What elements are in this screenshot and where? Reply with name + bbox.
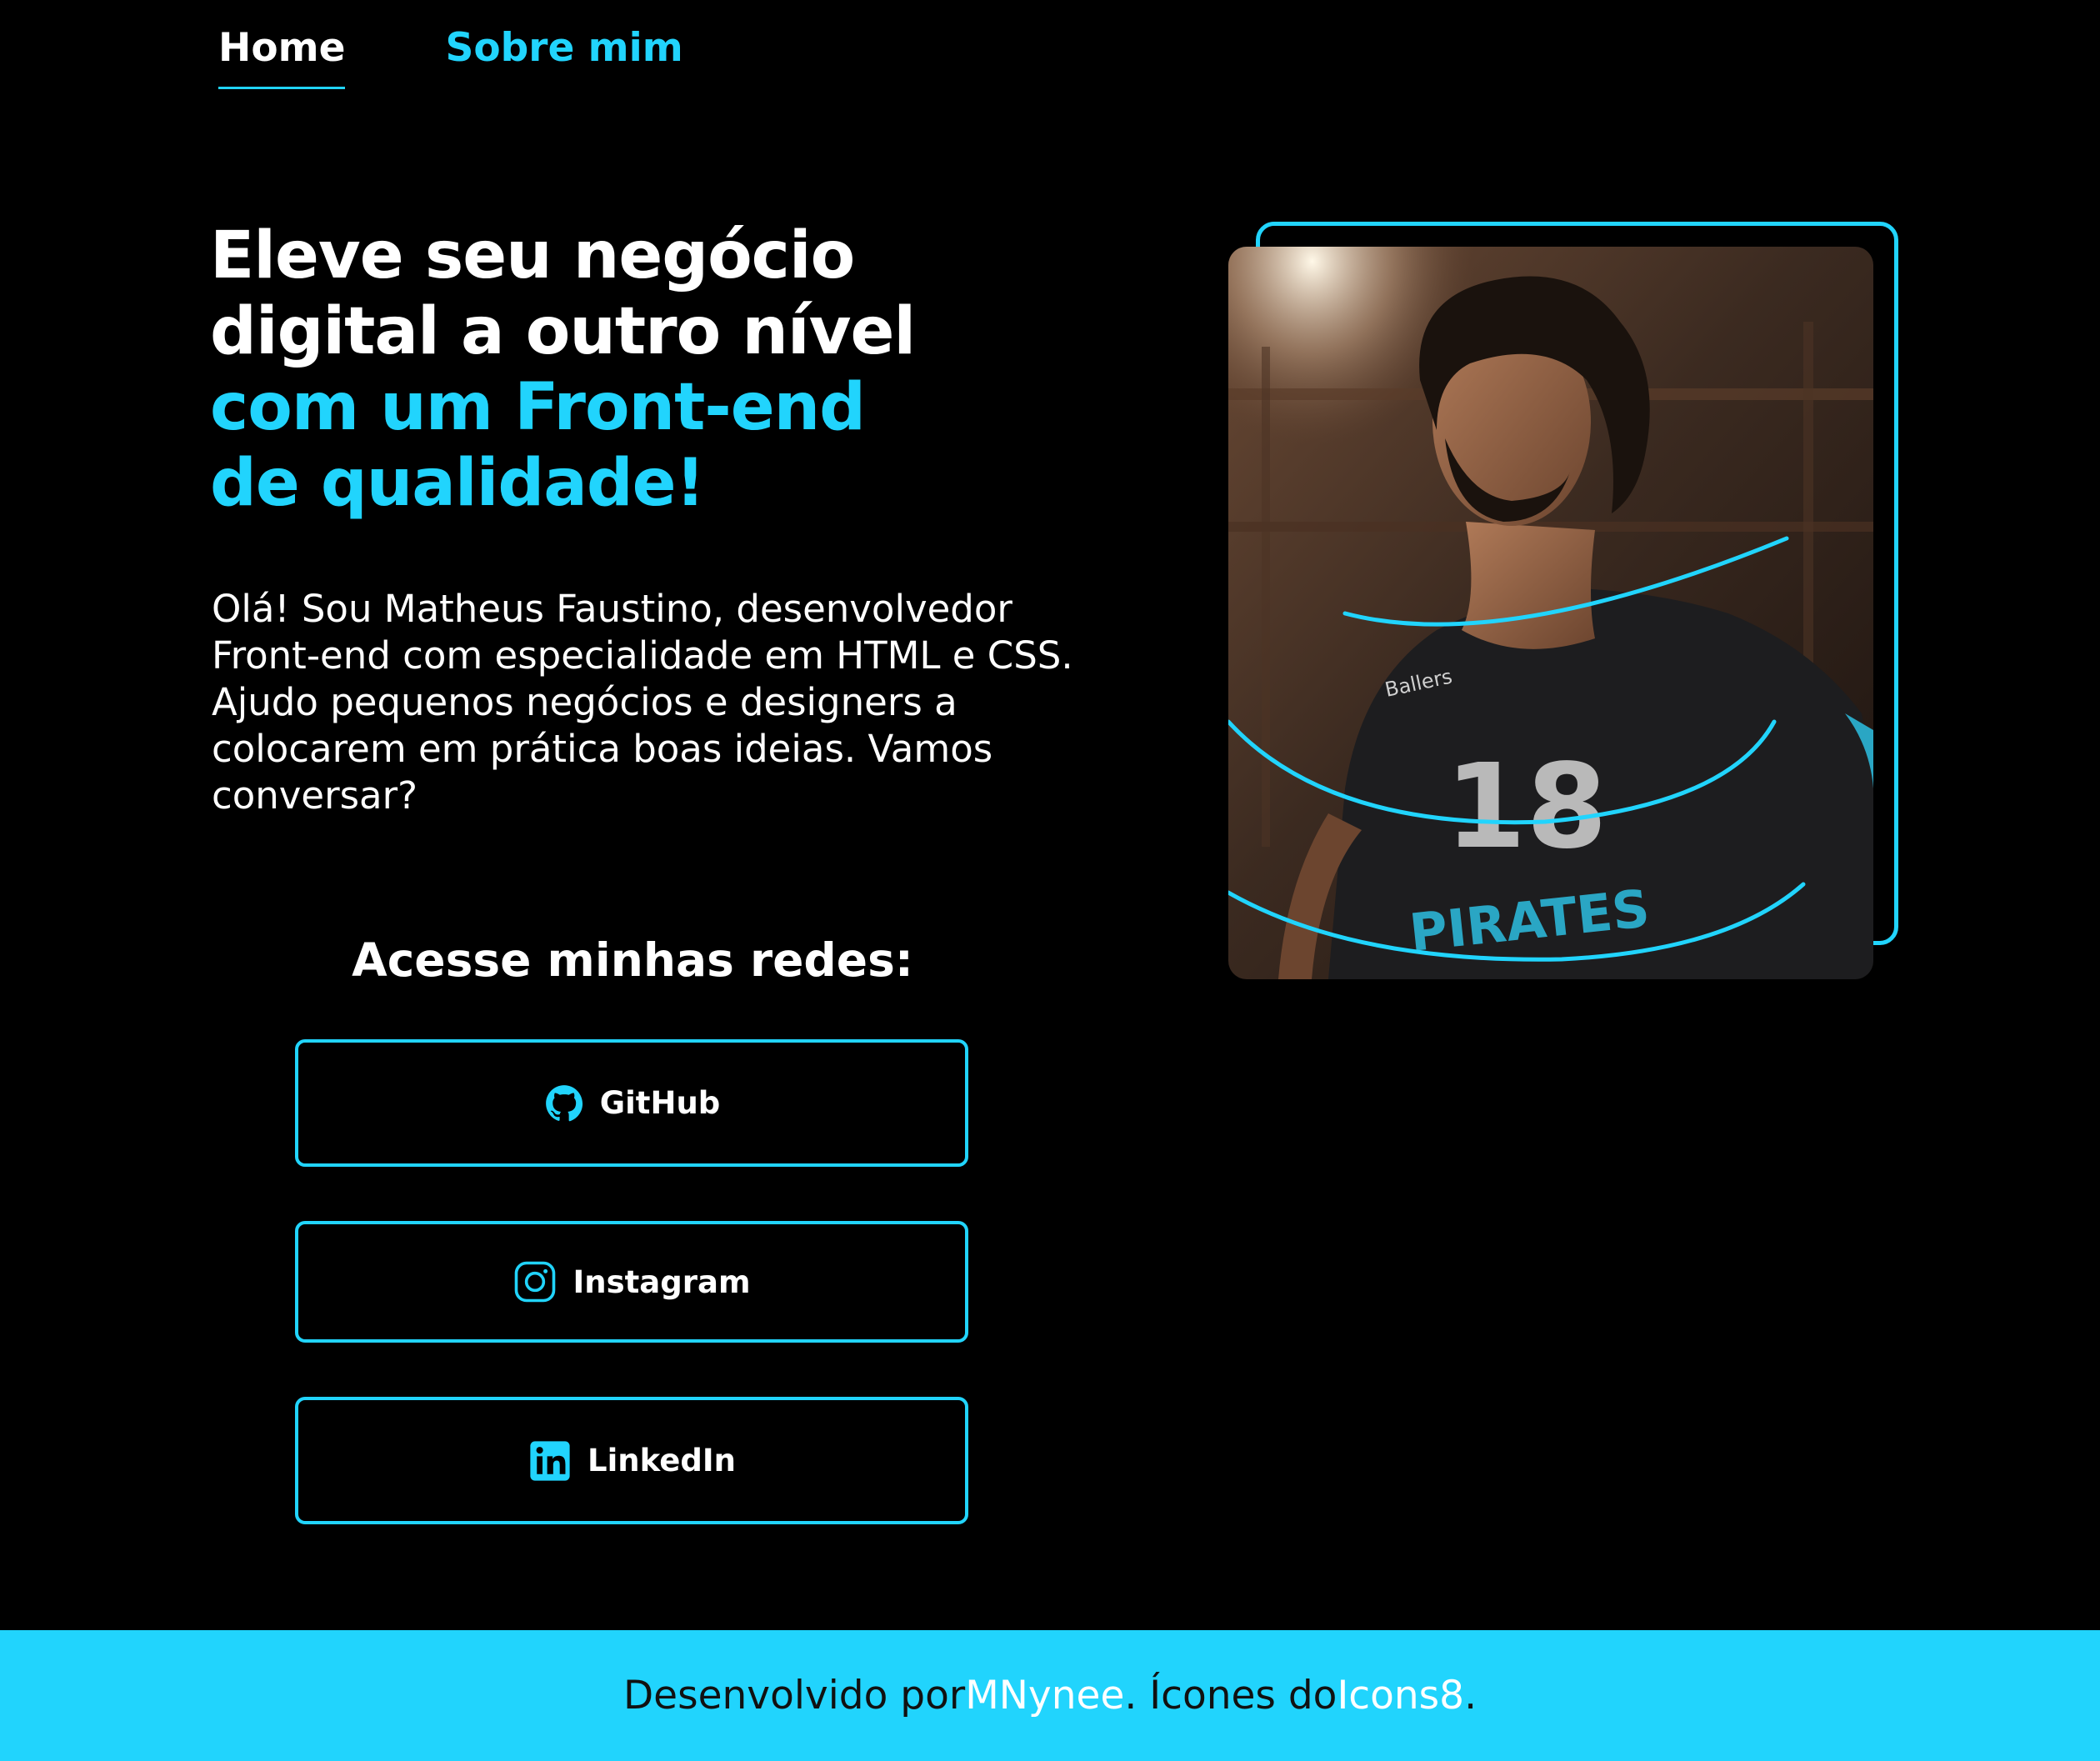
nav-link-home[interactable]: Home [218,0,346,89]
top-nav: Home Sobre mim [218,0,683,93]
github-icon [543,1083,585,1124]
footer: Desenvolvido por MNynee. Ícones do Icons… [0,1630,2100,1761]
social-heading: Acesse minhas redes: [352,933,913,987]
footer-suffix: . [1464,1673,1478,1718]
github-button[interactable]: GitHub [295,1039,968,1167]
footer-author-link[interactable]: MNynee [965,1673,1124,1718]
hero-title: Eleve seu negócio digital a outro nível … [210,218,1043,522]
linkedin-button[interactable]: LinkedIn [295,1397,968,1524]
hero-title-accent-line-1: com um Front-end [210,370,866,445]
footer-prefix: Desenvolvido por [622,1673,966,1718]
profile-photo: 18 Ballers PIRATES [1228,247,1873,979]
instagram-label: Instagram [572,1263,751,1300]
hero-title-line-1: Eleve seu negócio [210,218,855,293]
hero-title-accent-line-2: de qualidade! [210,446,705,521]
footer-icons-link[interactable]: Icons8 [1337,1673,1464,1718]
footer-middle: . Ícones do [1124,1673,1338,1718]
instagram-button[interactable]: Instagram [295,1221,968,1343]
nav-link-about[interactable]: Sobre mim [445,0,682,73]
github-label: GitHub [599,1085,721,1121]
page: Home Sobre mim Eleve seu negócio digital… [0,0,2100,1761]
jersey-number: 18 [1445,739,1608,875]
linkedin-label: LinkedIn [588,1443,736,1478]
linkedin-icon [528,1438,572,1483]
instagram-icon [512,1259,558,1304]
hero-title-line-2: digital a outro nível [210,294,916,369]
intro-paragraph: Olá! Sou Matheus Faustino, desenvolvedor… [212,587,1073,818]
